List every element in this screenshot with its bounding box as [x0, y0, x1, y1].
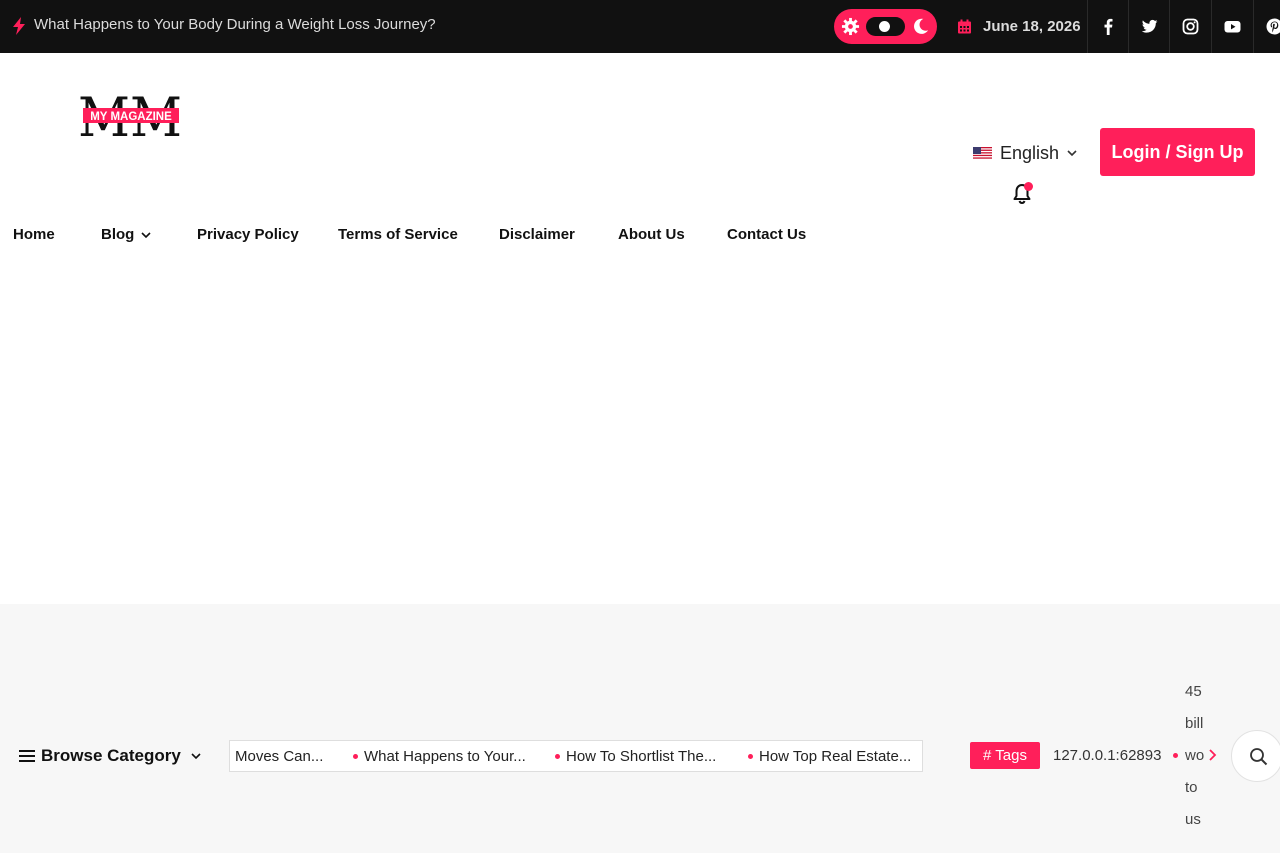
notification-dot	[1024, 182, 1033, 191]
youtube-icon	[1224, 21, 1241, 33]
chevron-right-icon[interactable]	[1207, 748, 1217, 762]
browse-category-label: Browse Category	[41, 746, 181, 765]
nav-disclaimer[interactable]: Disclaimer	[499, 226, 575, 243]
chevron-down-icon	[1067, 150, 1077, 157]
mode-toggle-track[interactable]	[866, 17, 905, 36]
facebook-icon	[1104, 18, 1113, 35]
trending-headline[interactable]: What Happens to Your Body During a Weigh…	[34, 16, 436, 33]
nav-contact-us[interactable]: Contact Us	[727, 226, 806, 243]
browse-category-button[interactable]: Browse Category	[19, 746, 202, 766]
nav-privacy-policy[interactable]: Privacy Policy	[197, 226, 299, 243]
twitter-icon	[1141, 19, 1158, 33]
nav-home[interactable]: Home	[13, 226, 55, 243]
news-ticker: Moves Can... What Happens to Your... How…	[229, 740, 923, 772]
pinterest-icon	[1266, 18, 1280, 35]
tag-dot	[1173, 753, 1178, 758]
menu-icon	[19, 750, 35, 762]
pinterest-link[interactable]	[1253, 0, 1280, 53]
ticker-dot	[353, 754, 358, 759]
facebook-link[interactable]	[1087, 0, 1129, 53]
login-signup-button[interactable]: Login / Sign Up	[1100, 128, 1255, 176]
us-flag-icon	[973, 146, 992, 160]
ticker-dot	[748, 754, 753, 759]
tag-link-text[interactable]: 127.0.0.1:62893	[1053, 747, 1161, 764]
overflow-text-column: 45 bill wo to us	[1185, 683, 1205, 828]
current-date: June 18, 2026	[983, 18, 1081, 35]
site-logo[interactable]: MM MY MAGAZINE	[78, 86, 184, 142]
chevron-down-icon	[191, 753, 201, 760]
nav-terms-of-service[interactable]: Terms of Service	[338, 226, 458, 243]
lightning-icon	[13, 17, 25, 35]
calendar-icon	[958, 19, 971, 34]
tags-badge[interactable]: # Tags	[970, 742, 1040, 769]
top-bar: What Happens to Your Body During a Weigh…	[0, 0, 1280, 53]
search-button[interactable]	[1231, 730, 1280, 782]
svg-text:MY MAGAZINE: MY MAGAZINE	[90, 111, 172, 123]
language-selector[interactable]: English	[973, 142, 1078, 164]
chevron-down-icon	[141, 231, 151, 238]
ticker-item[interactable]: How To Shortlist The...	[566, 748, 716, 765]
gear-icon	[841, 17, 860, 36]
search-icon	[1250, 748, 1268, 766]
nav-blog[interactable]: Blog	[101, 226, 152, 243]
category-bar-section	[0, 604, 1280, 853]
dark-mode-switch[interactable]	[834, 9, 937, 44]
ticker-item[interactable]: Moves Can...	[235, 748, 323, 765]
youtube-link[interactable]	[1211, 0, 1253, 53]
moon-icon	[914, 18, 929, 34]
language-label: English	[1000, 142, 1060, 163]
ticker-dot	[555, 754, 560, 759]
mode-toggle-knob	[879, 21, 890, 32]
twitter-link[interactable]	[1128, 0, 1170, 53]
instagram-icon	[1182, 18, 1199, 35]
ticker-item[interactable]: What Happens to Your...	[364, 748, 526, 765]
instagram-link[interactable]	[1169, 0, 1211, 53]
nav-about-us[interactable]: About Us	[618, 226, 685, 243]
ticker-item[interactable]: How Top Real Estate...	[759, 748, 911, 765]
